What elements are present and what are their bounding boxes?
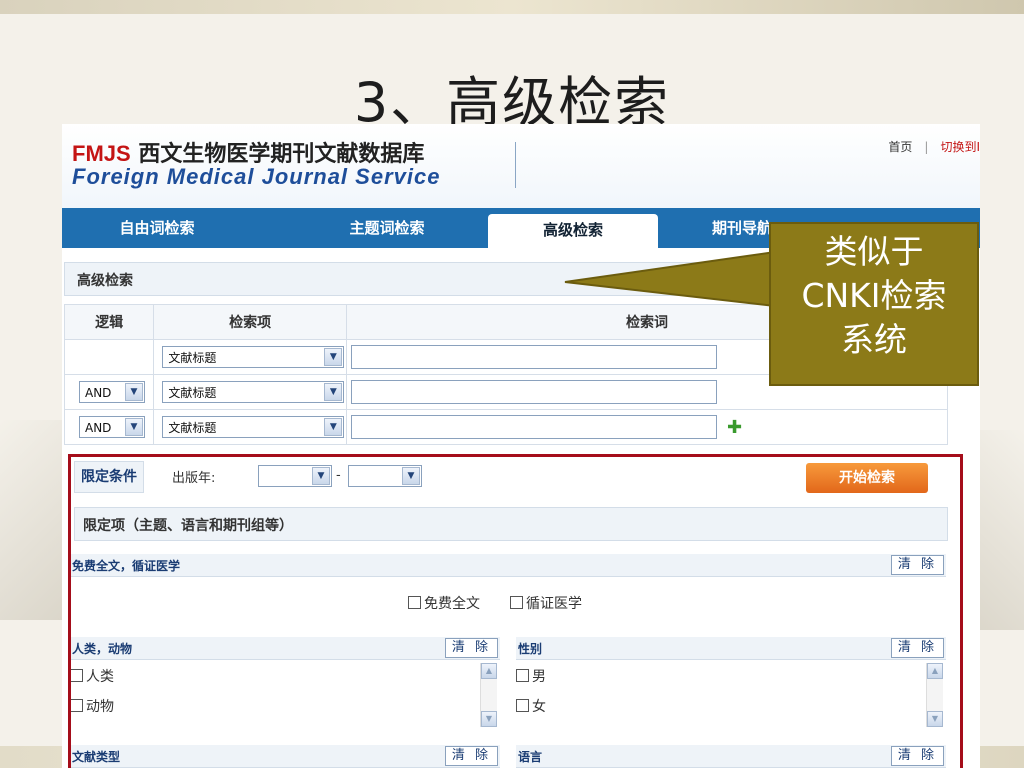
site-header: FMJS 西文生物医学期刊文献数据库 Foreign Medical Journ… bbox=[62, 124, 980, 208]
term-input[interactable] bbox=[351, 380, 717, 404]
tab-advanced-search[interactable]: 高级检索 bbox=[488, 214, 658, 248]
logic-select[interactable]: AND ▼ bbox=[79, 381, 145, 403]
logic-cell-empty bbox=[63, 339, 155, 375]
callout-line: 类似于 bbox=[824, 232, 924, 271]
logo-abbr: FMJS bbox=[72, 141, 131, 166]
home-link[interactable]: 首页 bbox=[888, 140, 912, 154]
tab-subject-search[interactable]: 主题词检索 bbox=[312, 208, 462, 248]
tab-free-word-search[interactable]: 自由词检索 bbox=[82, 208, 232, 248]
chevron-down-icon: ▼ bbox=[324, 418, 343, 436]
chevron-down-icon: ▼ bbox=[324, 348, 343, 366]
link-separator: | bbox=[924, 140, 929, 154]
slide-top-band bbox=[0, 0, 1024, 14]
section-title: 高级检索 bbox=[77, 273, 133, 289]
callout-box: 类似于 CNKI检索 系统 bbox=[769, 222, 979, 386]
term-input[interactable] bbox=[351, 345, 717, 369]
field-select[interactable]: 文献标题 ▼ bbox=[162, 416, 345, 438]
highlight-frame bbox=[68, 454, 963, 768]
term-input[interactable] bbox=[351, 415, 717, 439]
callout-line: 系统 bbox=[841, 320, 907, 359]
field-select[interactable]: 文献标题 ▼ bbox=[162, 346, 345, 368]
logic-select[interactable]: AND ▼ bbox=[79, 416, 145, 438]
chevron-down-icon: ▼ bbox=[125, 418, 143, 436]
field-select[interactable]: 文献标题 ▼ bbox=[162, 381, 345, 403]
add-row-plus-icon[interactable]: ✚ bbox=[727, 417, 742, 438]
chevron-down-icon: ▼ bbox=[125, 383, 143, 401]
logo-english: Foreign Medical Journal Service bbox=[72, 164, 441, 189]
table-row: AND ▼ 文献标题 ▼ ✚ bbox=[63, 409, 948, 445]
slide-decoration-left bbox=[0, 420, 70, 620]
language-switch-link[interactable]: 切换到I bbox=[940, 140, 980, 154]
chevron-down-icon: ▼ bbox=[324, 383, 343, 401]
header-divider bbox=[515, 142, 516, 188]
top-links: 首页 | 切换到I bbox=[888, 138, 980, 155]
col-field: 检索项 bbox=[153, 304, 347, 340]
callout-line: CNKI检索 bbox=[801, 276, 947, 315]
col-logic: 逻辑 bbox=[63, 304, 155, 340]
